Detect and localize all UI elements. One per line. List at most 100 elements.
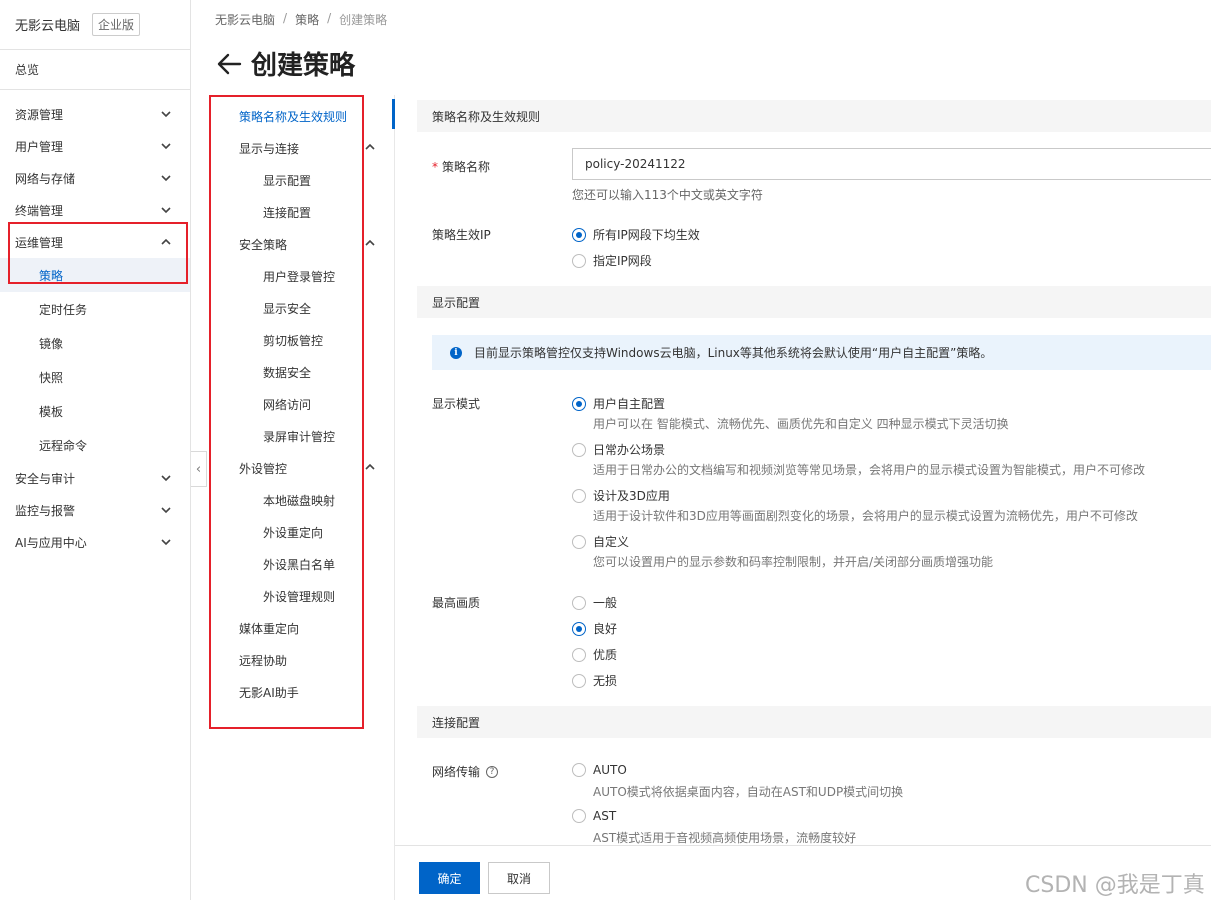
sidebar-item-templates[interactable]: 模板 [0,394,190,428]
nav-group-resource[interactable]: 资源管理 [0,98,190,130]
radio-all-ip[interactable]: 所有IP网段下均生效 [572,226,700,243]
chevron-up-icon[interactable] [364,237,376,249]
nav-group-ops[interactable]: 运维管理 [0,226,190,258]
nav-group-network-storage[interactable]: 网络与存储 [0,162,190,194]
radio-specified-ip[interactable]: 指定IP网段 [572,252,652,269]
radio-button[interactable] [572,595,586,610]
anchor-nav-item[interactable]: 用户登录管控 [263,268,335,285]
brand-bar: 无影云电脑 企业版 [0,0,190,50]
radio-office[interactable]: 日常办公场景 [572,441,665,458]
radio-button[interactable] [572,253,586,268]
sidebar-collapse-handle[interactable]: ‹ [191,451,207,487]
nav-overview[interactable]: 总览 [0,50,190,90]
radio-label: 自定义 [593,535,630,549]
sidebar-item-policy[interactable]: 策略 [0,258,190,292]
display-mode-label: 显示模式 [432,397,481,411]
cancel-button[interactable]: 取消 [488,862,550,894]
anchor-nav-item[interactable]: 外设管理规则 [263,588,335,605]
radio-transport-auto[interactable]: AUTO [572,763,627,777]
nav-group-users[interactable]: 用户管理 [0,130,190,162]
section-header-connection: 连接配置 [417,706,1211,738]
anchor-nav-item[interactable]: 剪切板管控 [263,332,323,349]
radio-button[interactable] [572,809,586,823]
confirm-button[interactable]: 确定 [419,862,480,894]
radio-label: 设计及3D应用 [593,489,670,503]
radio-button-checked[interactable] [572,396,586,411]
policy-name-label-text: 策略名称 [442,160,491,174]
chevron-down-icon [160,172,172,184]
radio-button[interactable] [572,442,586,457]
breadcrumb: 无影云电脑 / 策略 / 创建策略 [215,11,387,28]
nav-group-terminal[interactable]: 终端管理 [0,194,190,226]
help-icon[interactable]: ? [486,765,499,778]
chevron-up-icon[interactable] [364,461,376,473]
breadcrumb-separator: / [283,11,288,25]
radio-quality-lossless[interactable]: 无损 [572,672,617,689]
sidebar: 无影云电脑 企业版 总览 资源管理 用户管理 网络与存储 终端管理 运维管理 策… [0,0,191,900]
sidebar-item-scheduled-tasks[interactable]: 定时任务 [0,292,190,326]
anchor-nav-item[interactable]: 录屏审计管控 [263,428,335,445]
nav-group-ai-apps[interactable]: AI与应用中心 [0,526,190,558]
anchor-nav-item[interactable]: 连接配置 [263,204,311,221]
anchor-nav-item[interactable]: 显示配置 [263,172,311,189]
nav-group-label: 安全与审计 [15,471,76,486]
anchor-divider [394,95,395,900]
nav-group-monitoring[interactable]: 监控与报警 [0,494,190,526]
radio-description: 您可以设置用户的显示参数和码率控制限制，并开启/关闭部分画质增强功能 [593,555,994,569]
sidebar-item-images[interactable]: 镜像 [0,326,190,360]
anchor-nav-item[interactable]: 安全策略 [239,236,287,253]
nav-group-label: 终端管理 [15,203,64,218]
nav-group-security-audit[interactable]: 安全与审计 [0,462,190,494]
radio-button[interactable] [572,647,586,662]
info-icon: i [450,346,462,359]
breadcrumb-item[interactable]: 策略 [295,11,319,28]
chevron-up-icon[interactable] [364,141,376,153]
chevron-down-icon [160,536,172,548]
sidebar-item-remote-commands[interactable]: 远程命令 [0,428,190,462]
anchor-nav-item[interactable]: 本地磁盘映射 [263,492,335,509]
brand-name[interactable]: 无影云电脑 [15,15,80,34]
radio-quality-good[interactable]: 良好 [572,620,617,637]
breadcrumb-separator: / [327,11,332,25]
radio-button[interactable] [572,763,586,777]
anchor-nav-item[interactable]: 显示与连接 [239,140,299,157]
policy-name-input[interactable]: policy-20241122 [572,148,1211,180]
radio-design-3d[interactable]: 设计及3D应用 [572,487,670,504]
anchor-nav-item[interactable]: 外设黑白名单 [263,556,335,573]
radio-quality-normal[interactable]: 一般 [572,594,617,611]
anchor-nav-item[interactable]: 无影AI助手 [239,684,299,701]
radio-label: 指定IP网段 [593,254,652,268]
section-header-name-rules: 策略名称及生效规则 [417,100,1211,132]
anchor-nav-item[interactable]: 数据安全 [263,364,311,381]
anchor-nav-item[interactable]: 远程协助 [239,652,287,669]
anchor-nav-item[interactable]: 外设管控 [239,460,287,477]
radio-quality-excellent[interactable]: 优质 [572,646,617,663]
anchor-nav-item[interactable]: 媒体重定向 [239,620,299,637]
radio-user-config[interactable]: 用户自主配置 [572,395,665,412]
anchor-nav-item[interactable]: 策略名称及生效规则 [239,108,347,125]
radio-description: AST模式适用于音视频高频使用场景，流畅度较好 [593,831,857,845]
radio-button[interactable] [572,488,586,503]
radio-button-checked[interactable] [572,621,586,636]
radio-label: AST [593,809,617,823]
back-arrow-icon[interactable] [215,50,243,78]
radio-transport-ast[interactable]: AST [572,809,616,823]
radio-button[interactable] [572,673,586,688]
radio-label: 用户自主配置 [593,397,666,411]
anchor-nav-item[interactable]: 外设重定向 [263,524,323,541]
anchor-nav-item[interactable]: 网络访问 [263,396,311,413]
watermark: CSDN @我是丁真 [1025,873,1205,898]
sidebar-item-snapshots[interactable]: 快照 [0,360,190,394]
anchor-active-indicator [392,99,395,129]
radio-custom[interactable]: 自定义 [572,533,629,550]
breadcrumb-item[interactable]: 无影云电脑 [215,11,275,28]
radio-label: 无损 [593,674,618,688]
radio-button[interactable] [572,534,586,549]
effective-ip-label: 策略生效IP [432,228,491,242]
chevron-down-icon [160,504,172,516]
anchor-nav-item[interactable]: 显示安全 [263,300,311,317]
chevron-down-icon [160,204,172,216]
radio-label: 优质 [593,648,618,662]
radio-button-checked[interactable] [572,227,586,242]
max-quality-label: 最高画质 [432,596,481,610]
